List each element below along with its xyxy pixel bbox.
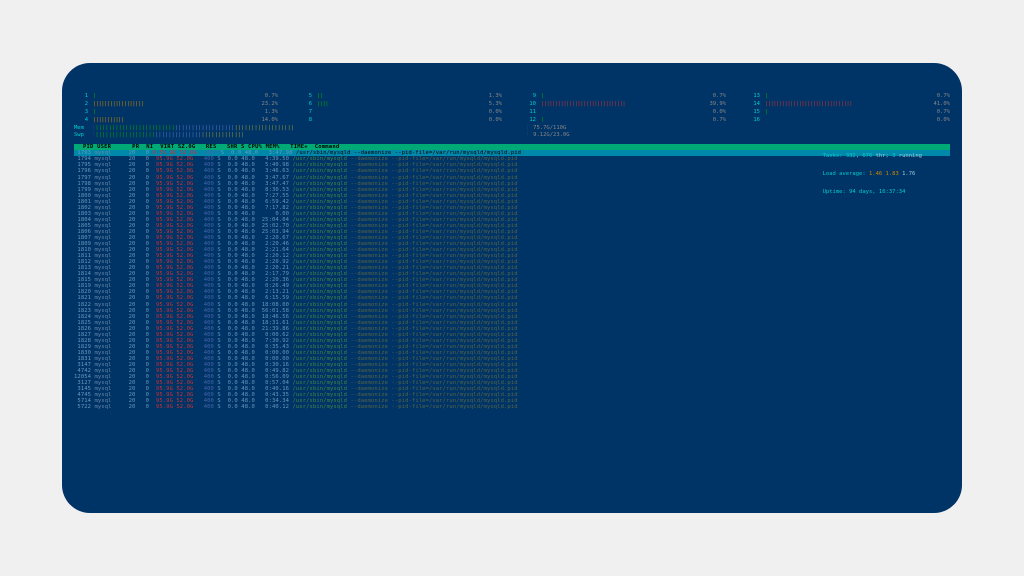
system-summary: Tasks: 332, 676 thr; 3 running Load aver… <box>823 141 922 208</box>
cpu-meter-9: 9[| ]0.7% <box>522 93 726 99</box>
cpu-meter-2: 2[|||||||||||||||||| ]23.2% <box>74 101 278 107</box>
cpu-meter-15: 15[| ]0.7% <box>746 109 950 115</box>
cpu-meter-10: 10[|||||||||||||||||||||||||||||| ]39.9% <box>522 101 726 107</box>
swap-meter: Swp [|||||||||||||||||||||||||||||||||||… <box>74 132 950 138</box>
cpu-meter-5: 5[|| ]1.3% <box>298 93 502 99</box>
cpu-meter-6: 6[|||| ]5.3% <box>298 101 502 107</box>
process-list[interactable]: 1793 mysql 20 0 0.5%.9G 52.0G 2400 S 0.0… <box>74 150 950 410</box>
cpu-meter-16: 16[ ]0.0% <box>746 117 950 123</box>
cpu-meter-11: 11[ ]0.0% <box>522 109 726 115</box>
cpu-meter-7: 7[ ]0.0% <box>298 109 502 115</box>
cpu-meter-8: 8[ ]0.0% <box>298 117 502 123</box>
process-row[interactable]: 5722 mysql 20 0 95.9G 52.0G 400 S 0.0 48… <box>74 404 950 410</box>
htop-terminal: 1[| ]0.7% 5[|| ]1.3% 9[| ]0.7% 13[| ]0.7% 2[… <box>62 63 962 513</box>
cpu-meter-1: 1[| ]0.7% <box>74 93 278 99</box>
cpu-meter-3: 3[| ]1.3% <box>74 109 278 115</box>
memory-meter: Mem [|||||||||||||||||||||||||||||||||||… <box>74 125 950 131</box>
cpu-meter-grid: 1[| ]0.7% 5[|| ]1.3% 9[| ]0.7% 13[| ]0.7% 2[… <box>74 93 950 123</box>
cpu-meter-13: 13[| ]0.7% <box>746 93 950 99</box>
cpu-meter-12: 12[| ]0.7% <box>522 117 726 123</box>
cpu-meter-14: 14[||||||||||||||||||||||||||||||| ]41.0… <box>746 101 950 107</box>
cpu-meter-4: 4[||||||||||| ]14.0% <box>74 117 278 123</box>
